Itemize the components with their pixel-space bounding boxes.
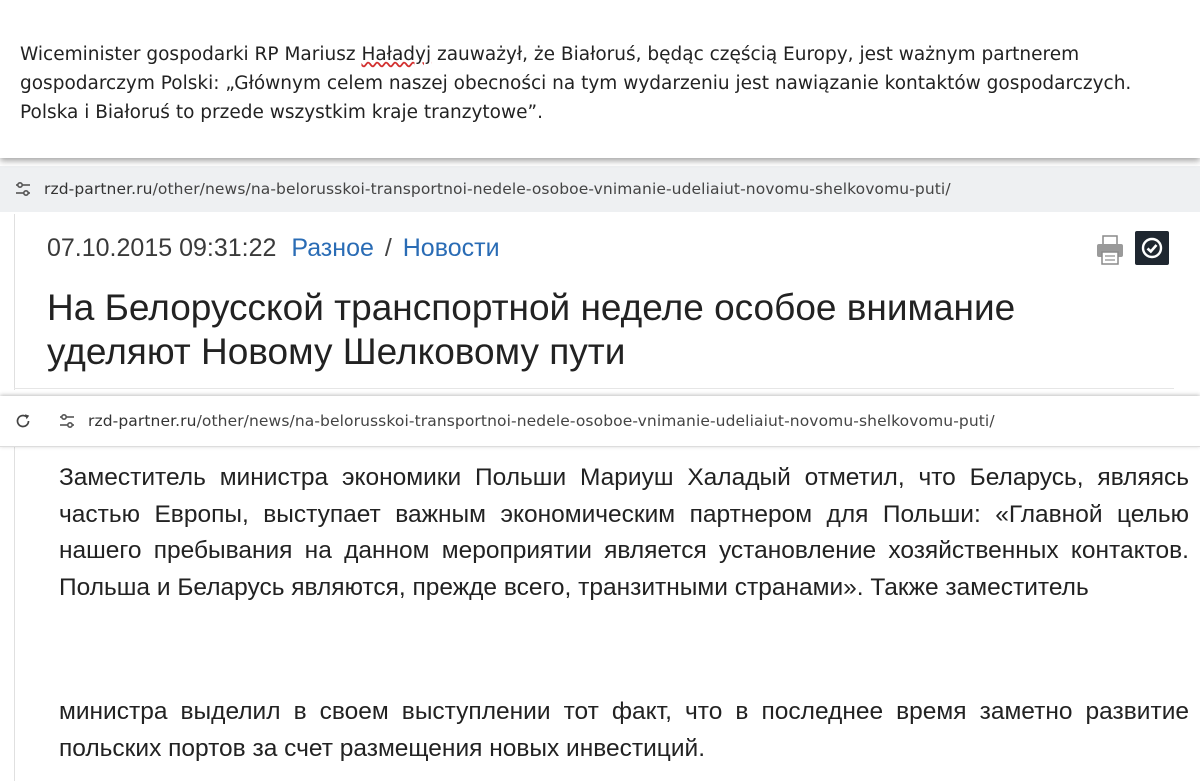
article-body: Заместитель министра экономики Польши Ма… [14,446,1200,781]
quote-underlined-name: Haładyj [361,44,432,65]
article-date: 07.10.2015 09:31:22 [47,234,277,262]
article-paragraph-2: министра выделил в своем выступлении тот… [59,698,1189,762]
quote-panel: Wiceminister gospodarki RP Mariusz Haład… [0,0,1200,158]
site-info-icon-2[interactable] [56,410,78,432]
reload-icon[interactable] [10,408,36,434]
category-link[interactable]: Разное [291,234,374,262]
quote-text-before: Wiceminister gospodarki RP Mariusz [20,44,362,65]
article-header: 07.10.2015 09:31:22 Разное / Новости На … [14,214,1200,390]
url-host-1: rzd-partner.ru [44,180,153,198]
article-paragraph-1: Заместитель министра экономики Польши Ма… [59,464,1189,601]
url-path-1: /other/news/na-belorusskoi-transportnoi-… [152,180,951,198]
header-divider [14,388,1174,389]
site-info-icon[interactable] [12,178,34,200]
url-host-2: rzd-partner.ru [88,412,197,430]
address-bar-2[interactable]: rzd-partner.ru/other/news/na-belorusskoi… [0,396,1200,447]
url-text-2[interactable]: rzd-partner.ru/other/news/na-belorusskoi… [88,412,995,430]
url-text-1[interactable]: rzd-partner.ru/other/news/na-belorusskoi… [44,180,951,198]
address-bar-1[interactable]: rzd-partner.ru/other/news/na-belorusskoi… [0,166,1200,212]
print-icon[interactable] [1095,234,1125,271]
article-title: На Белорусской транспортной неделе особо… [47,287,1016,372]
check-icon[interactable] [1135,231,1169,265]
polish-quote-text: Wiceminister gospodarki RP Mariusz Haład… [20,40,1180,127]
breadcrumb-separator: / [384,234,392,262]
section-link[interactable]: Новости [403,234,500,262]
article-meta: 07.10.2015 09:31:22 Разное / Новости [47,234,500,263]
url-path-2: /other/news/na-belorusskoi-transportnoi-… [196,412,995,430]
